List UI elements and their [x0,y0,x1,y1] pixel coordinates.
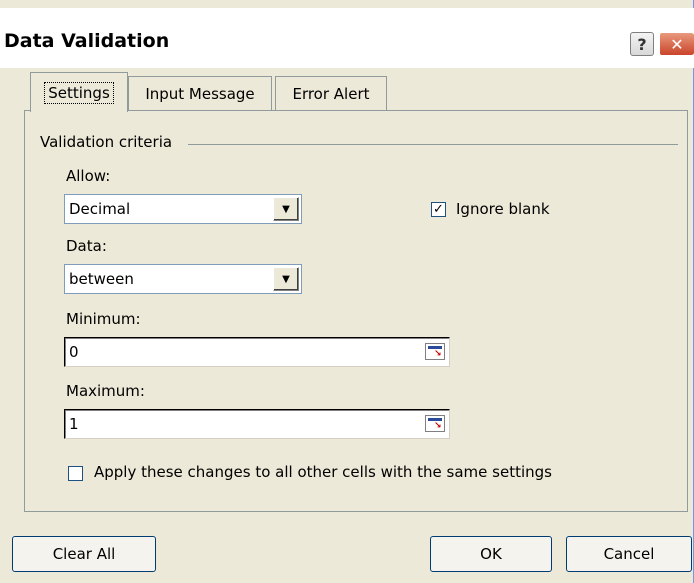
help-icon: ? [637,34,647,54]
close-icon: ✕ [670,34,684,54]
maximum-input[interactable]: 1 ↘ [64,409,450,439]
group-divider [188,144,678,145]
validation-criteria-label: Validation criteria [40,133,173,151]
ignore-blank-checkbox[interactable]: ✓ [431,202,446,217]
cancel-button[interactable]: Cancel [566,536,692,572]
data-validation-dialog: Data Validation ? ✕ Settings Input Messa… [0,0,694,583]
cancel-label: Cancel [603,545,655,563]
minimum-value: 0 [69,343,79,361]
allow-dropdown[interactable]: Decimal ▼ [64,194,302,224]
data-value: between [69,270,134,288]
ignore-blank-label[interactable]: Ignore blank [456,200,550,218]
clear-all-button[interactable]: Clear All [12,536,156,572]
tab-input-message-label: Input Message [145,84,255,103]
maximum-label: Maximum: [66,382,145,400]
ok-label: OK [480,545,502,563]
tab-settings[interactable]: Settings [30,72,128,112]
collapse-dialog-icon[interactable]: ↘ [425,343,445,360]
tab-error-alert-label: Error Alert [292,84,370,103]
collapse-dialog-icon[interactable]: ↘ [425,415,445,432]
allow-value: Decimal [69,200,131,218]
title-bar: Data Validation ? ✕ [0,8,694,68]
checkmark-icon: ✓ [433,202,444,217]
tab-error-alert[interactable]: Error Alert [275,76,387,110]
dialog-title: Data Validation [4,30,170,52]
close-button[interactable]: ✕ [659,32,694,56]
tab-settings-label: Settings [44,81,114,104]
help-button[interactable]: ? [630,32,654,56]
minimum-label: Minimum: [66,310,141,328]
data-label: Data: [66,237,107,255]
apply-all-label[interactable]: Apply these changes to all other cells w… [94,463,552,481]
clear-all-label: Clear All [52,545,116,563]
maximum-value: 1 [69,415,79,433]
chevron-down-icon[interactable]: ▼ [273,267,299,291]
chevron-down-icon[interactable]: ▼ [273,197,299,221]
allow-label: Allow: [66,167,111,185]
tab-input-message[interactable]: Input Message [128,76,272,110]
minimum-input[interactable]: 0 ↘ [64,337,450,367]
ok-button[interactable]: OK [430,536,552,572]
apply-all-checkbox[interactable] [68,466,83,481]
data-dropdown[interactable]: between ▼ [64,264,302,294]
